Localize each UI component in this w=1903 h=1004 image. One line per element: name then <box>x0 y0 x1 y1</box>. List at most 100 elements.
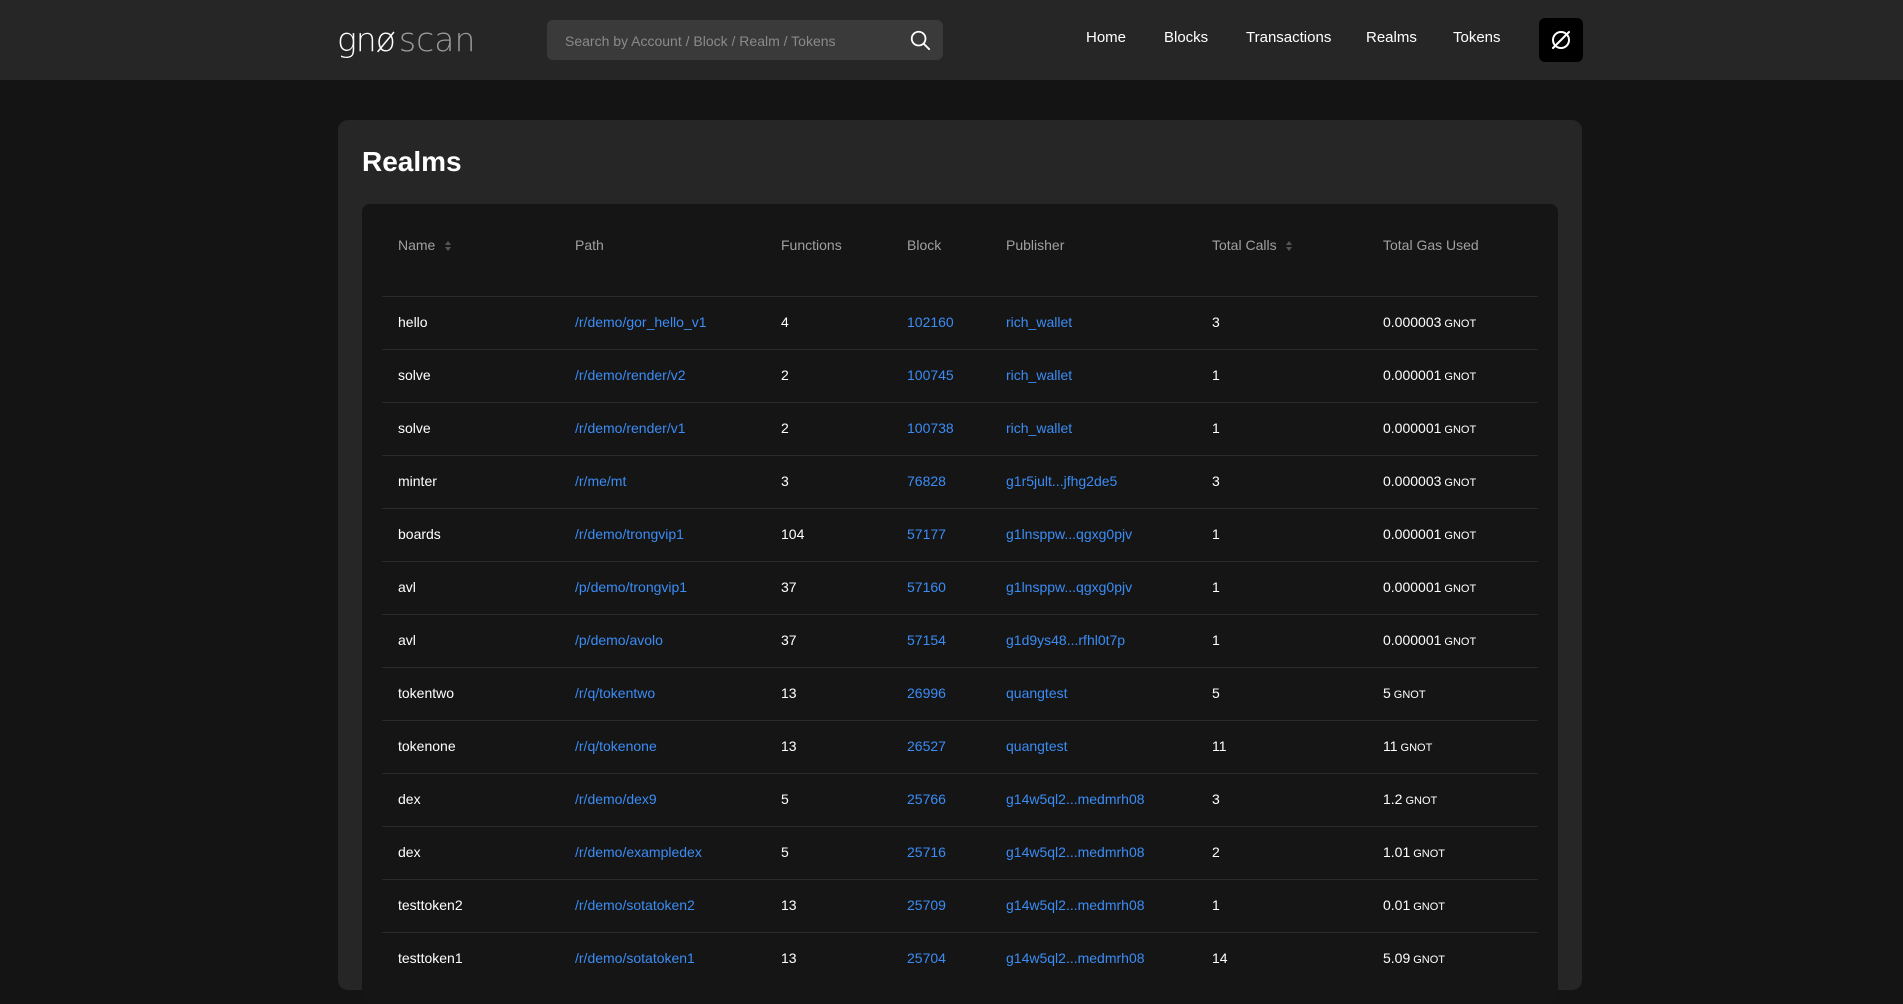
cell-total-gas-used: 0.000001 GNOT <box>1383 367 1476 383</box>
cell-publisher-link[interactable]: g14w5ql2...medmrh08 <box>1006 897 1145 913</box>
cell-block-link[interactable]: 100738 <box>907 420 954 436</box>
cell-name: testtoken1 <box>398 950 463 966</box>
cell-total-calls: 3 <box>1212 314 1220 330</box>
sort-icon[interactable] <box>445 241 452 252</box>
cell-block-link[interactable]: 25704 <box>907 950 946 966</box>
cell-path-link[interactable]: /r/demo/dex9 <box>575 791 657 807</box>
gas-unit: GNOT <box>1400 742 1433 754</box>
cell-publisher-link[interactable]: g14w5ql2...medmrh08 <box>1006 950 1145 966</box>
cell-path-link[interactable]: /r/demo/gor_hello_v1 <box>575 314 707 330</box>
cell-block-link[interactable]: 100745 <box>907 367 954 383</box>
cell-path-link[interactable]: /r/demo/exampledex <box>575 844 702 860</box>
gnoscan-logo[interactable]: gnø scan <box>337 19 476 59</box>
cell-functions: 13 <box>781 897 797 913</box>
table-row: boards/r/demo/trongvip1 104 57177 g1lnsppw.… <box>382 508 1538 562</box>
cell-publisher-link[interactable]: g1lnsppw...qgxg0pjv <box>1006 579 1132 595</box>
nav-tokens[interactable]: Tokens <box>1453 29 1501 46</box>
cell-total-gas-used: 0.01 GNOT <box>1383 897 1445 913</box>
cell-block-link[interactable]: 25709 <box>907 897 946 913</box>
gas-unit: GNOT <box>1444 318 1477 330</box>
cell-publisher-link[interactable]: quangtest <box>1006 685 1068 701</box>
gas-unit: GNOT <box>1413 848 1446 860</box>
gas-value: 5 <box>1383 685 1391 701</box>
page-title: Realms <box>362 146 462 177</box>
gas-value: 0.01 <box>1383 897 1411 913</box>
realms-card: Realms Name Path Functions Block Publish… <box>338 120 1582 1004</box>
cell-path-link[interactable]: /r/demo/trongvip1 <box>575 526 684 542</box>
cell-name: tokenone <box>398 738 456 754</box>
cell-total-gas-used: 1.01 GNOT <box>1383 844 1445 860</box>
cell-publisher-link[interactable]: rich_wallet <box>1006 314 1072 330</box>
cell-path-link[interactable]: /r/demo/render/v2 <box>575 367 686 383</box>
table-row: avl/p/demo/avolo 37 57154 g1d9ys48...rfhl0t… <box>382 614 1538 668</box>
cell-path-link[interactable]: /r/q/tokenone <box>575 738 657 754</box>
cell-block-link[interactable]: 57177 <box>907 526 946 542</box>
gas-unit: GNOT <box>1413 954 1446 966</box>
cell-functions: 2 <box>781 420 789 436</box>
cell-name: dex <box>398 844 421 860</box>
logo-text-gno: gnø <box>337 19 396 59</box>
cell-block-link[interactable]: 102160 <box>907 314 954 330</box>
cell-total-calls: 1 <box>1212 632 1220 648</box>
cell-publisher-link[interactable]: rich_wallet <box>1006 420 1072 436</box>
cell-publisher-link[interactable]: g1lnsppw...qgxg0pjv <box>1006 526 1132 542</box>
cell-name: tokentwo <box>398 685 455 701</box>
cell-total-calls: 1 <box>1212 367 1220 383</box>
cell-total-calls: 1 <box>1212 420 1220 436</box>
nav-transactions[interactable]: Transactions <box>1246 29 1331 46</box>
table-row: tokenone/r/q/tokenone 13 26527 quangtest 11 1… <box>382 720 1538 774</box>
cell-total-gas-used: 0.000001 GNOT <box>1383 579 1476 595</box>
cell-total-gas-used: 5.09 GNOT <box>1383 950 1445 966</box>
search-input[interactable] <box>563 20 897 62</box>
cell-block-link[interactable]: 25716 <box>907 844 946 860</box>
cell-publisher-link[interactable]: g1r5jult...jfhg2de5 <box>1006 473 1117 489</box>
cell-publisher-link[interactable]: g1d9ys48...rfhl0t7p <box>1006 632 1125 648</box>
cell-name: testtoken2 <box>398 897 463 913</box>
table-row: dex/r/demo/dex9 5 25766 g14w5ql2...medmrh08… <box>382 773 1538 827</box>
cell-block-link[interactable]: 26527 <box>907 738 946 754</box>
cell-block-link[interactable]: 76828 <box>907 473 946 489</box>
table-row: tokentwo/r/q/tokentwo 13 26996 quangtest 5 5 G… <box>382 667 1538 721</box>
gas-unit: GNOT <box>1444 530 1477 542</box>
cell-path-link[interactable]: /p/demo/avolo <box>575 632 663 648</box>
theme-toggle-button[interactable] <box>1539 18 1583 62</box>
column-header-name[interactable]: Name <box>398 237 452 253</box>
cell-block-link[interactable]: 25766 <box>907 791 946 807</box>
cell-path-link[interactable]: /r/demo/render/v1 <box>575 420 686 436</box>
cell-publisher-link[interactable]: quangtest <box>1006 738 1068 754</box>
gas-value: 0.000001 <box>1383 632 1442 648</box>
cell-publisher-link[interactable]: rich_wallet <box>1006 367 1072 383</box>
cell-functions: 3 <box>781 473 789 489</box>
cell-block-link[interactable]: 57160 <box>907 579 946 595</box>
search-bar <box>547 20 943 62</box>
cell-path-link[interactable]: /r/q/tokentwo <box>575 685 655 701</box>
cell-publisher-link[interactable]: g14w5ql2...medmrh08 <box>1006 844 1145 860</box>
nav-blocks[interactable]: Blocks <box>1164 29 1208 46</box>
cell-publisher-link[interactable]: g14w5ql2...medmrh08 <box>1006 791 1145 807</box>
column-header-name-label: Name <box>398 237 436 253</box>
cell-functions: 104 <box>781 526 805 542</box>
column-header-total-calls-label: Total Calls <box>1212 237 1277 253</box>
sort-icon[interactable] <box>1286 241 1293 252</box>
table-header: Name Path Functions Block Publisher Tota… <box>362 204 1558 296</box>
cell-total-calls: 1 <box>1212 526 1220 542</box>
cell-functions: 37 <box>781 579 797 595</box>
column-header-total-calls[interactable]: Total Calls <box>1212 237 1293 253</box>
gas-value: 1.2 <box>1383 791 1403 807</box>
cell-path-link[interactable]: /p/demo/trongvip1 <box>575 579 687 595</box>
cell-path-link[interactable]: /r/demo/sotatoken1 <box>575 950 695 966</box>
cell-name: solve <box>398 420 431 436</box>
gas-value: 0.000003 <box>1383 473 1442 489</box>
cell-path-link[interactable]: /r/demo/sotatoken2 <box>575 897 695 913</box>
cell-block-link[interactable]: 26996 <box>907 685 946 701</box>
table-row: solve/r/demo/render/v1 2 100738 rich_wallet… <box>382 402 1538 456</box>
cell-path-link[interactable]: /r/me/mt <box>575 473 626 489</box>
cell-block-link[interactable]: 57154 <box>907 632 946 648</box>
nav-realms[interactable]: Realms <box>1366 29 1417 46</box>
cell-total-gas-used: 5 GNOT <box>1383 685 1426 701</box>
nav-home[interactable]: Home <box>1086 29 1126 46</box>
table-row: minter/r/me/mt 3 76828 g1r5jult...jfhg2de5 3… <box>382 455 1538 509</box>
search-icon[interactable] <box>909 29 931 51</box>
gas-value: 0.000001 <box>1383 526 1442 542</box>
logo-text-scan: scan <box>398 19 476 59</box>
